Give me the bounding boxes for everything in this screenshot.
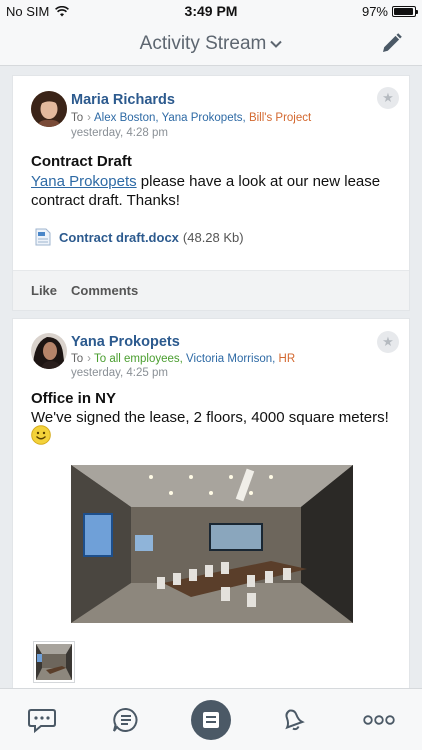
post-body: Yana Prokopets please have a look at our…: [31, 172, 393, 210]
star-icon[interactable]: ★: [377, 331, 399, 353]
to-label: To: [71, 353, 84, 365]
post-timestamp: yesterday, 4:25 pm: [71, 367, 168, 379]
tab-chats[interactable]: [12, 689, 72, 750]
post-actions: Like Comments: [13, 270, 409, 310]
status-bar: No SIM 3:49 PM 97%: [0, 0, 422, 22]
post-title: Contract Draft: [31, 153, 132, 170]
recipient-link[interactable]: To all employees,: [94, 353, 186, 365]
pencil-icon[interactable]: [378, 31, 404, 57]
recipients-line: To › Alex Boston, Yana Prokopets, Bill's P…: [71, 112, 311, 124]
post-body: We've signed the lease, 2 floors, 4000 s…: [31, 408, 393, 427]
recipient-link[interactable]: Bill's Project: [249, 112, 311, 124]
chevron-down-icon: [270, 40, 283, 48]
recipients-line: To › To all employees, Victoria Morrison, …: [71, 353, 295, 365]
smiley-emoji-icon: [31, 425, 51, 445]
tab-bar: [0, 688, 422, 750]
photo-thumbnail[interactable]: [33, 641, 75, 683]
battery-icon: [392, 6, 418, 17]
avatar[interactable]: [31, 333, 67, 369]
recipient-link[interactable]: Victoria Morrison,: [186, 353, 278, 365]
avatar[interactable]: [31, 91, 67, 127]
post-timestamp: yesterday, 4:28 pm: [71, 127, 168, 139]
post-author[interactable]: Yana Prokopets: [71, 334, 180, 350]
post-author[interactable]: Maria Richards: [71, 92, 175, 108]
tab-feed[interactable]: [96, 689, 156, 750]
page-title: Activity Stream: [139, 33, 267, 54]
tab-notifications[interactable]: [263, 689, 323, 750]
post-card: Yana Prokopets To › To all employees, Vict…: [12, 318, 410, 688]
recipient-link[interactable]: Alex Boston,: [94, 112, 162, 124]
more-dots-icon: [363, 715, 395, 725]
activity-feed[interactable]: Maria Richards To › Alex Boston, Yana Prok…: [0, 66, 422, 688]
chevron-right-icon: ›: [87, 353, 91, 365]
clock: 3:49 PM: [184, 3, 238, 19]
tab-activity-stream[interactable]: [181, 689, 241, 750]
post-body-text: We've signed the lease, 2 floors, 4000 s…: [31, 409, 389, 426]
star-icon[interactable]: ★: [377, 87, 399, 109]
feed-list-icon: [113, 707, 138, 732]
document-icon: [35, 228, 51, 246]
post-photo[interactable]: [71, 465, 353, 623]
chevron-right-icon: ›: [87, 112, 91, 124]
to-label: To: [71, 112, 84, 124]
attachment[interactable]: Contract draft.docx (48.28 Kb): [35, 228, 244, 246]
post-title: Office in NY: [31, 390, 117, 407]
activity-stream-icon: [203, 712, 219, 728]
comments-button[interactable]: Comments: [71, 283, 138, 298]
recipient-link[interactable]: HR: [279, 353, 296, 365]
navigation-bar: Activity Stream: [0, 22, 422, 66]
bell-icon: [285, 709, 305, 731]
attachment-name[interactable]: Contract draft.docx: [59, 230, 179, 245]
post-card: Maria Richards To › Alex Boston, Yana Prok…: [12, 75, 410, 311]
battery-percent: 97%: [361, 4, 388, 19]
mention-link[interactable]: Yana Prokopets: [31, 173, 137, 190]
tab-more[interactable]: [349, 689, 409, 750]
like-button[interactable]: Like: [31, 283, 57, 298]
stream-title-dropdown[interactable]: Activity Stream: [0, 33, 422, 55]
chat-bubble-icon: [28, 709, 56, 734]
attachment-size: (48.28 Kb): [182, 229, 244, 245]
recipient-link[interactable]: Yana Prokopets,: [162, 112, 249, 124]
